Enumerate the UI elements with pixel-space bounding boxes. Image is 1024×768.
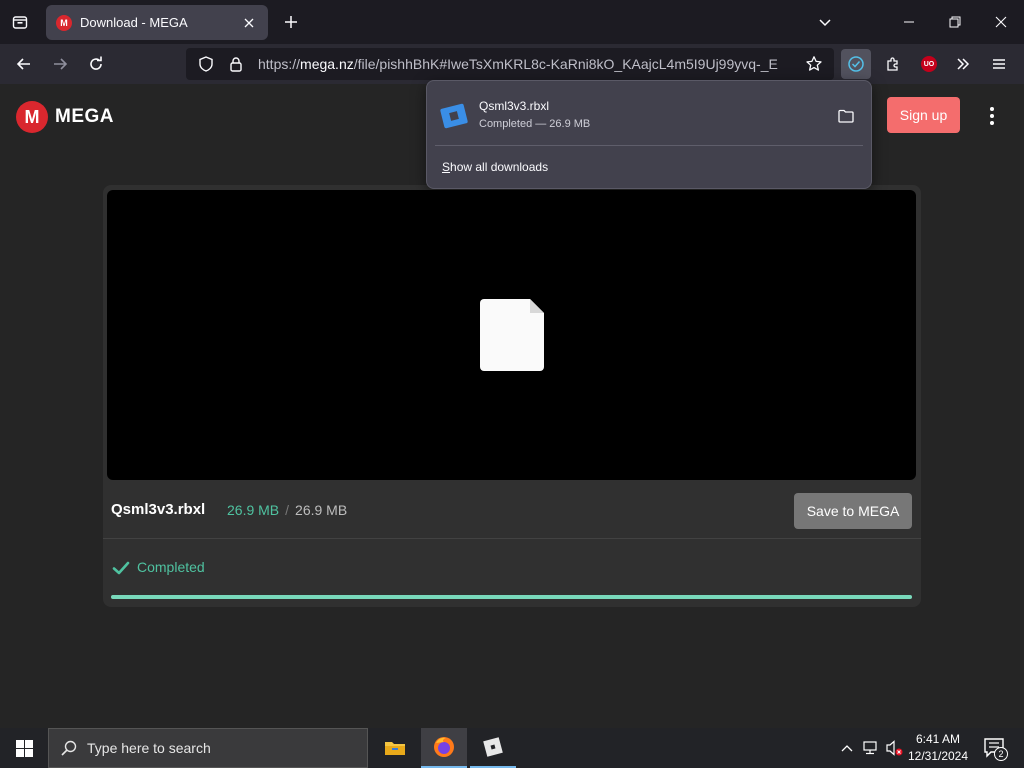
taskbar-search[interactable]: Type here to search xyxy=(48,728,368,768)
clock[interactable]: 6:41 AM 12/31/2024 xyxy=(902,731,974,765)
downloads-icon[interactable] xyxy=(841,49,871,79)
overflow-icon[interactable] xyxy=(948,49,978,79)
progress-fill xyxy=(111,595,912,599)
ublock-icon[interactable]: UO xyxy=(921,56,937,72)
search-placeholder: Type here to search xyxy=(87,740,211,756)
size-separator: / xyxy=(285,502,290,518)
progress-bar xyxy=(111,595,912,599)
lock-icon[interactable] xyxy=(224,52,248,76)
tab-strip: M Download - MEGA xyxy=(0,0,1024,44)
tab-list-icon[interactable] xyxy=(6,8,34,36)
navigation-bar: https://mega.nz/file/pishhBhK#IweTsXmKRL… xyxy=(0,44,1024,84)
file-name: Qsml3v3.rbxl xyxy=(111,501,206,518)
close-icon[interactable] xyxy=(240,14,258,32)
downloaded-size: 26.9 MB xyxy=(227,502,280,518)
download-item[interactable]: Qsml3v3.rbxl Completed — 26.9 MB xyxy=(431,87,867,143)
more-options-icon[interactable] xyxy=(980,104,1004,128)
url-path: /file/pishhBhK#IweTsXmKRL8c-KaRni8kO_KAa… xyxy=(353,56,778,72)
window-close-icon[interactable] xyxy=(978,0,1024,44)
restore-icon[interactable] xyxy=(932,0,978,44)
menu-icon[interactable] xyxy=(984,49,1014,79)
file-explorer-icon[interactable] xyxy=(372,728,418,768)
sign-up-button[interactable]: Sign up xyxy=(887,97,960,133)
downloads-panel: Qsml3v3.rbxl Completed — 26.9 MB Show al… xyxy=(426,80,872,189)
download-file-name: Qsml3v3.rbxl xyxy=(479,99,550,113)
chevron-up-icon[interactable] xyxy=(838,739,856,757)
clock-time: 6:41 AM xyxy=(915,732,961,746)
show-all-label: how all downloads xyxy=(450,160,549,174)
download-status-text: Completed — 26.9 MB xyxy=(479,118,591,130)
plus-icon[interactable] xyxy=(278,9,304,35)
check-icon xyxy=(112,561,130,575)
roblox-file-icon xyxy=(440,103,468,129)
windows-icon[interactable] xyxy=(0,728,48,768)
download-status: Completed xyxy=(137,559,205,575)
folder-icon[interactable] xyxy=(835,105,857,127)
mega-logo-text: MEGA xyxy=(55,106,114,127)
back-icon[interactable] xyxy=(9,49,39,79)
notification-count: 2 xyxy=(994,747,1008,761)
minimize-icon[interactable] xyxy=(886,0,932,44)
network-icon[interactable] xyxy=(862,739,880,757)
firefox-icon[interactable] xyxy=(421,728,467,768)
save-to-mega-button[interactable]: Save to MEGA xyxy=(794,493,912,529)
file-icon xyxy=(480,299,544,371)
file-size: 26.9 MB / 26.9 MB xyxy=(227,502,347,518)
star-icon[interactable] xyxy=(800,50,828,78)
url-bar[interactable]: https://mega.nz/file/pishhBhK#IweTsXmKRL… xyxy=(186,48,834,80)
total-size: 26.9 MB xyxy=(295,502,348,518)
mega-favicon-icon: M xyxy=(56,14,72,31)
url-text[interactable]: https://mega.nz/file/pishhBhK#IweTsXmKRL… xyxy=(258,56,800,72)
panel-divider xyxy=(435,145,863,146)
tab-title: Download - MEGA xyxy=(80,15,188,30)
extensions-icon[interactable] xyxy=(878,49,908,79)
chevron-down-icon[interactable] xyxy=(812,9,838,35)
file-download-card: Qsml3v3.rbxl 26.9 MB / 26.9 MB Save to MEG… xyxy=(103,185,921,607)
url-host: mega.nz xyxy=(300,56,354,72)
reload-icon[interactable] xyxy=(81,49,111,79)
mega-logo[interactable]: M MEGA xyxy=(16,101,114,133)
file-preview xyxy=(107,190,916,480)
browser-tab[interactable]: M Download - MEGA xyxy=(46,5,268,40)
show-all-accesskey: S xyxy=(442,160,451,174)
search-icon xyxy=(61,740,77,756)
clock-date: 12/31/2024 xyxy=(907,749,969,763)
divider xyxy=(103,538,921,539)
mega-logo-icon: M xyxy=(16,101,48,133)
taskbar: Type here to search 6:41 AM 12/31/2024 2 xyxy=(0,728,1024,768)
shield-icon[interactable] xyxy=(194,52,218,76)
roblox-icon[interactable] xyxy=(470,728,516,768)
forward-icon[interactable] xyxy=(45,49,75,79)
show-all-downloads-link[interactable]: Show all downloads xyxy=(442,160,548,174)
url-prefix: https:// xyxy=(258,56,301,72)
